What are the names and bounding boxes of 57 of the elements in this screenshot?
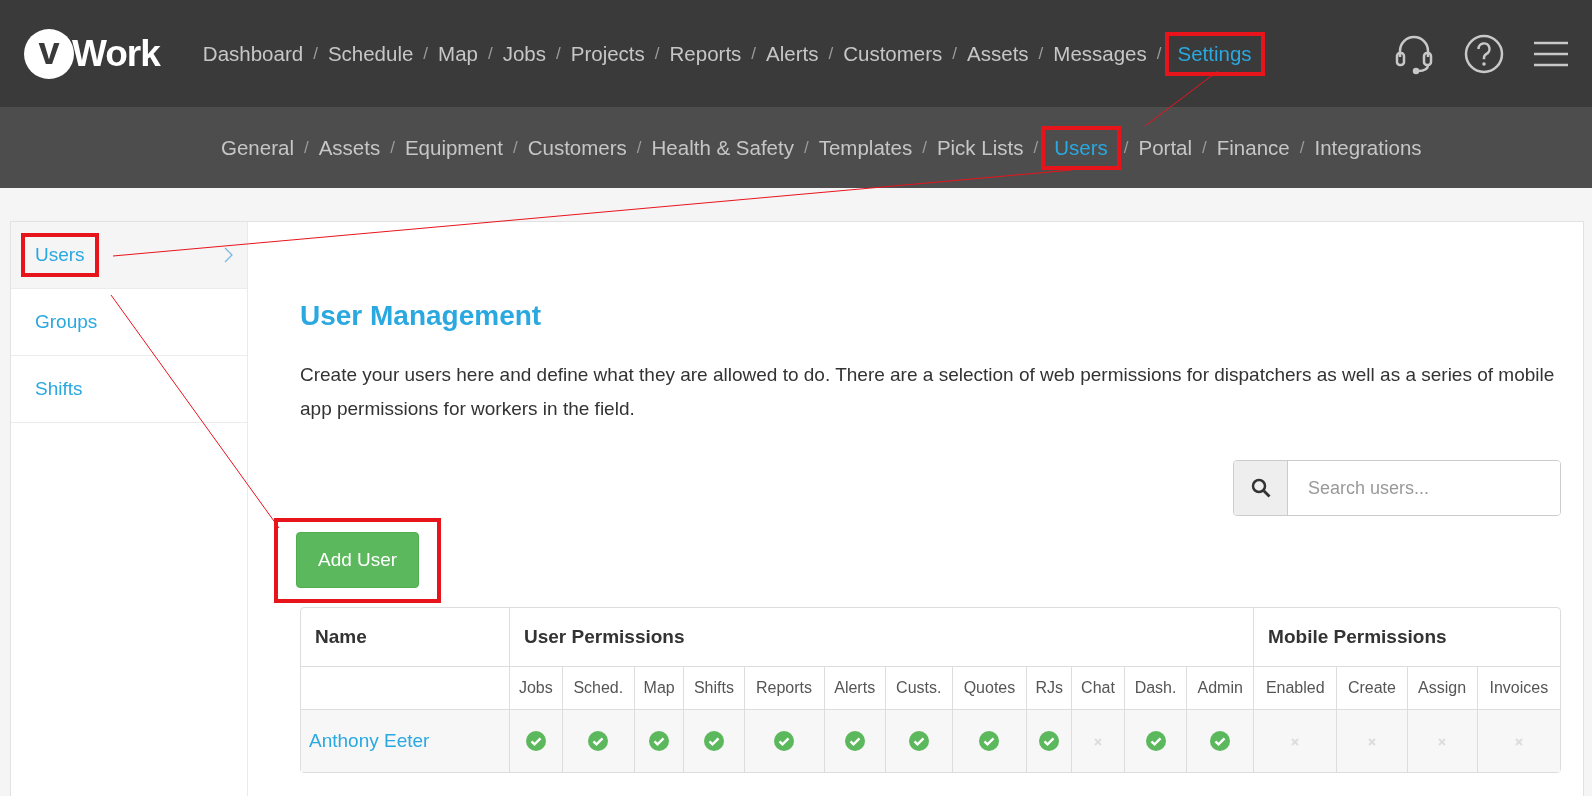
logo-text: Work <box>72 32 160 75</box>
nav-link[interactable]: Assets <box>958 35 1038 72</box>
separator: / <box>1202 137 1207 158</box>
nav-link[interactable]: Reports <box>660 35 751 72</box>
page-title: User Management <box>300 300 543 332</box>
separator: / <box>1038 43 1044 64</box>
separator: / <box>512 137 518 158</box>
nav-link[interactable]: Assets <box>309 129 390 166</box>
nav-link[interactable]: Customers <box>834 35 952 72</box>
nav-link[interactable]: General <box>212 129 303 166</box>
add-user-button[interactable]: Add User <box>296 532 420 588</box>
search-icon <box>1250 478 1271 498</box>
separator: / <box>1156 43 1162 64</box>
separator: / <box>390 137 395 158</box>
help-icon[interactable] <box>1464 33 1504 74</box>
nav-link[interactable]: Integrations <box>1305 129 1431 166</box>
nav-link[interactable]: Portal <box>1129 129 1202 166</box>
separator: / <box>313 43 318 64</box>
separator: / <box>654 43 660 64</box>
separator: / <box>1299 137 1305 158</box>
column-header: Mobile Permissions <box>1253 608 1560 667</box>
nav-link[interactable]: Dashboard <box>193 35 313 72</box>
nav-link[interactable]: Projects <box>561 35 654 72</box>
nav-link[interactable]: Finance <box>1207 129 1299 166</box>
separator: / <box>488 43 493 64</box>
separator: / <box>804 137 809 158</box>
description: Create your users here and define what they are allowed to do. There are a selection of web permissions for dispatchers as well as a series of mobile app permissions for workers in the field. <box>300 363 1556 421</box>
sidebar-item[interactable]: Users <box>11 222 247 289</box>
separator: / <box>952 43 958 64</box>
nav-link[interactable]: Alerts <box>757 35 828 72</box>
nav-link[interactable]: Customers <box>518 129 636 166</box>
separator: / <box>303 137 309 158</box>
logo[interactable]: v Work <box>24 28 160 79</box>
nav-link[interactable]: Schedule <box>318 35 423 72</box>
user-name-link[interactable]: Anthony Eeter <box>309 730 430 751</box>
separator: / <box>828 43 834 64</box>
nav-link[interactable]: Jobs <box>493 35 556 72</box>
search-field[interactable]: Search users... <box>1233 460 1561 516</box>
column-header: Name <box>301 608 509 667</box>
separator: / <box>556 43 561 64</box>
separator: / <box>423 43 429 64</box>
separator: / <box>636 137 642 158</box>
chevron-right-icon <box>224 247 233 263</box>
sidebar-label: Shifts <box>34 377 84 401</box>
separator: / <box>1123 137 1129 158</box>
separator: / <box>922 137 927 158</box>
separator: / <box>751 43 757 64</box>
nav-link[interactable]: Messages <box>1044 35 1156 72</box>
nav-link[interactable]: Map <box>429 35 487 72</box>
separator: / <box>1033 137 1039 158</box>
menu-icon[interactable] <box>1534 40 1568 67</box>
nav-link[interactable]: Templates <box>809 129 922 166</box>
sidebar-label: Groups <box>34 310 99 334</box>
nav-link[interactable]: Equipment <box>395 129 512 166</box>
nav-link[interactable]: Pick Lists <box>927 129 1033 166</box>
nav-link[interactable]: Health & Safety <box>642 129 803 166</box>
column-header: User Permissions <box>509 608 1254 667</box>
